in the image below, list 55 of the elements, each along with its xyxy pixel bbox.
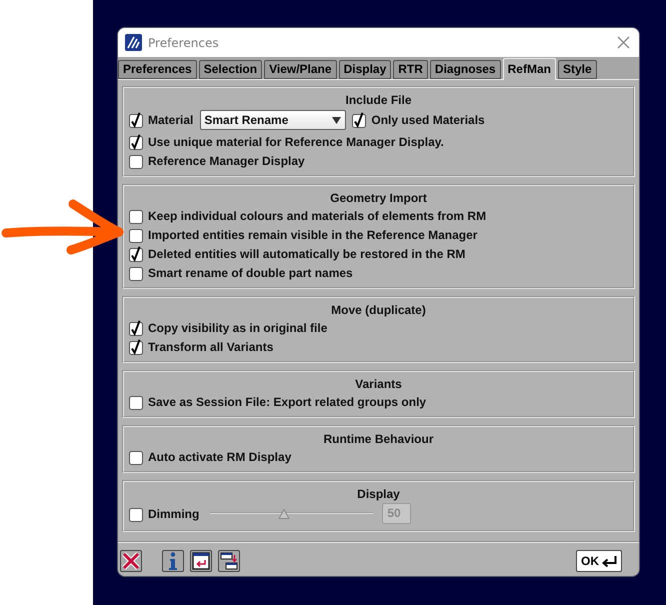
checkbox-label: Auto activate RM Display: [148, 450, 292, 464]
checkbox[interactable]: [129, 134, 144, 150]
checkbox-label: Deleted entities will automatically be restored in the RM: [148, 246, 466, 260]
checkbox-label: Smart rename of double part names: [148, 266, 353, 280]
enter-icon: [601, 556, 617, 566]
tab[interactable]: Diagnoses: [430, 60, 501, 79]
checkbox-label: Keep individual colours and materials of elements from RM: [148, 208, 486, 222]
checkbox-label: Dimming: [148, 506, 200, 520]
tab[interactable]: Style: [558, 60, 597, 79]
tab[interactable]: View/Plane: [264, 60, 337, 79]
tab[interactable]: RefMan: [502, 58, 556, 80]
checkbox-label: Only used Materials: [371, 113, 485, 127]
group-title: Variants: [355, 376, 402, 392]
checkbox[interactable]: [129, 338, 144, 354]
checkbox[interactable]: [129, 320, 144, 336]
checkbox[interactable]: [129, 506, 144, 522]
checkbox[interactable]: [129, 152, 144, 168]
window-title: Preferences: [148, 36, 220, 50]
checkbox[interactable]: [129, 226, 144, 242]
checkbox-label: Reference Manager Display: [148, 154, 305, 168]
close-icon[interactable]: [617, 36, 630, 49]
checkbox[interactable]: [129, 264, 144, 280]
checkbox-label: Transform all Variants: [148, 340, 274, 354]
app-logo-icon: [125, 34, 142, 51]
checkbox[interactable]: [129, 246, 144, 262]
checkbox-label: Imported entities remain visible in the Reference Manager: [148, 228, 478, 242]
tab[interactable]: Selection: [198, 60, 262, 79]
group-title: Include File: [345, 92, 412, 108]
checkbox[interactable]: [129, 208, 144, 224]
panels-swap-icon: [220, 552, 238, 570]
checkbox[interactable]: [129, 448, 144, 464]
window-return-icon: [192, 552, 210, 570]
group-title: Move (duplicate): [331, 302, 426, 318]
checkbox-label: Material: [148, 113, 194, 127]
tab[interactable]: Display: [338, 60, 392, 79]
checkbox[interactable]: [129, 394, 144, 410]
ok-button[interactable]: OK: [576, 550, 622, 572]
swap-panels-button[interactable]: [218, 550, 240, 572]
info-icon: [167, 552, 179, 570]
checkbox[interactable]: [352, 112, 368, 128]
tab[interactable]: RTR: [393, 60, 428, 79]
checkbox-label: Save as Session File: Export related groups only: [148, 394, 426, 408]
checkbox-label: Use unique material for Reference Manager Display.: [148, 134, 444, 148]
restore-button[interactable]: [190, 550, 212, 572]
group-title: Display: [357, 486, 400, 502]
checkbox-label: Copy visibility as in original file: [148, 320, 328, 334]
group-title: Runtime Behaviour: [323, 431, 434, 447]
checkbox[interactable]: [129, 112, 144, 128]
cross-icon: [122, 552, 140, 570]
tab[interactable]: Preferences: [118, 60, 197, 79]
dropdown[interactable]: Smart Rename: [200, 110, 346, 130]
info-button[interactable]: [162, 550, 184, 572]
caret-icon: [332, 116, 342, 124]
cancel-button[interactable]: [120, 550, 142, 572]
group-title: Geometry Import: [330, 190, 427, 206]
